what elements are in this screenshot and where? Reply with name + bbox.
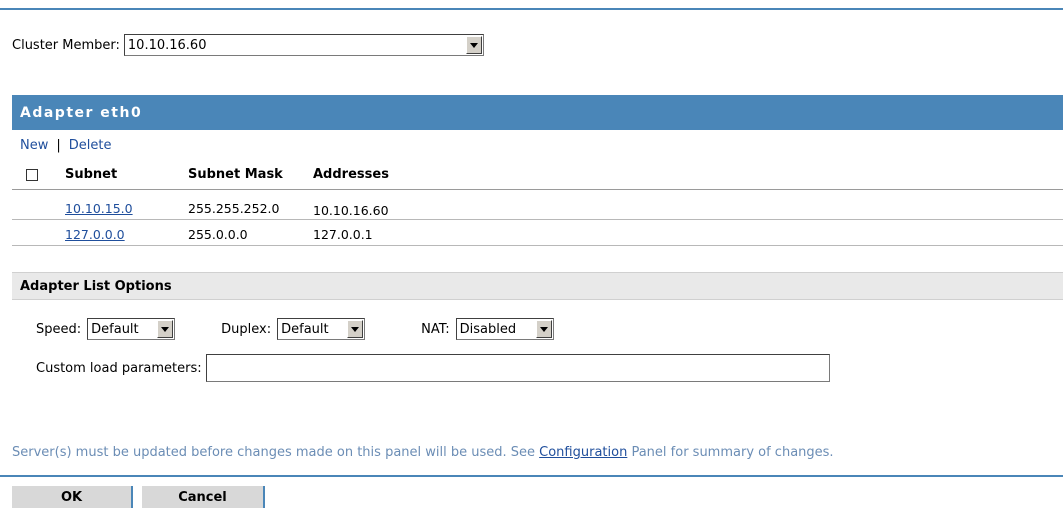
duplex-label: Duplex: <box>221 321 272 337</box>
column-subnet-mask: Subnet Mask <box>188 167 283 182</box>
cluster-member-select[interactable]: 10.10.16.60 <box>123 34 484 56</box>
table-row: 10.10.15.0 255.255.252.0 10.10.16.60 <box>12 196 1063 220</box>
top-divider <box>0 8 1063 10</box>
update-notice-tail: Panel for summary of changes. <box>627 445 834 460</box>
chevron-down-icon[interactable] <box>157 320 174 338</box>
subnet-table-header: Subnet Subnet Mask Addresses <box>12 162 1063 190</box>
chevron-down-icon[interactable] <box>465 36 482 54</box>
custom-load-row: Custom load parameters: <box>36 353 830 383</box>
cluster-member-label: Cluster Member: <box>12 37 120 53</box>
subnet-link[interactable]: 127.0.0.0 <box>65 227 125 242</box>
duplex-value: Default <box>281 321 329 337</box>
update-notice-text: Server(s) must be updated before changes… <box>12 445 540 460</box>
chevron-down-icon[interactable] <box>347 320 364 338</box>
options-row: Speed: Default Duplex: Default NAT: Disa… <box>36 316 554 342</box>
custom-load-label: Custom load parameters: <box>36 360 202 376</box>
adapter-list-options-header: Adapter List Options <box>12 272 1063 300</box>
chevron-down-icon[interactable] <box>535 320 552 338</box>
table-row: 127.0.0.0 255.0.0.0 127.0.0.1 <box>12 222 1063 246</box>
speed-value: Default <box>91 321 139 337</box>
column-addresses: Addresses <box>313 167 389 182</box>
speed-select[interactable]: Default <box>87 318 176 340</box>
subnet-mask-cell: 255.255.252.0 <box>188 201 280 216</box>
speed-label: Speed: <box>36 321 82 337</box>
subnet-mask-cell: 255.0.0.0 <box>188 227 248 242</box>
cancel-button[interactable]: Cancel <box>142 486 265 508</box>
cluster-member-row: Cluster Member: 10.10.16.60 <box>12 32 484 58</box>
bottom-divider <box>0 475 1063 477</box>
configuration-link[interactable]: Configuration <box>539 445 627 460</box>
nat-select[interactable]: Disabled <box>455 318 554 340</box>
action-separator: | <box>56 138 61 153</box>
update-notice: Server(s) must be updated before changes… <box>12 445 834 460</box>
adapter-header: Adapter eth0 <box>12 95 1063 130</box>
column-subnet: Subnet <box>65 167 118 182</box>
nat-label: NAT: <box>421 321 450 337</box>
addresses-cell: 127.0.0.1 <box>313 227 373 242</box>
custom-load-input[interactable] <box>205 354 830 382</box>
delete-link[interactable]: Delete <box>69 138 112 153</box>
new-link[interactable]: New <box>20 138 48 153</box>
adapter-actions: New | Delete <box>20 138 111 153</box>
select-all-checkbox[interactable] <box>26 169 38 181</box>
duplex-select[interactable]: Default <box>277 318 366 340</box>
ok-button[interactable]: OK <box>12 486 133 508</box>
nat-value: Disabled <box>459 321 517 337</box>
cluster-member-value: 10.10.16.60 <box>127 37 207 53</box>
subnet-link[interactable]: 10.10.15.0 <box>65 201 133 216</box>
addresses-cell: 10.10.16.60 <box>313 203 389 218</box>
